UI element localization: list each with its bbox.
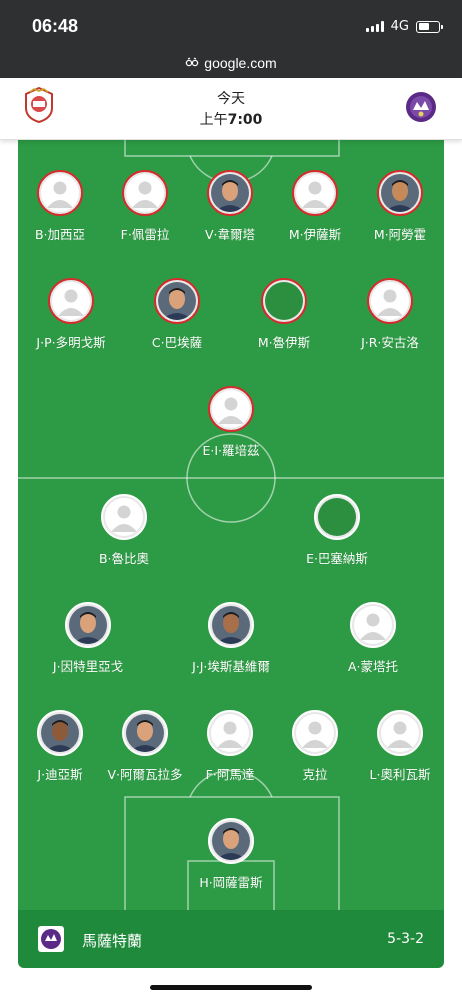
player-avatar bbox=[377, 710, 423, 756]
away-player[interactable]: J·因特里亞戈 bbox=[33, 602, 143, 675]
player-avatar bbox=[350, 602, 396, 648]
home-player[interactable]: E·I·羅培茲 bbox=[176, 386, 286, 459]
away-player[interactable]: J·J·埃斯基維爾 bbox=[176, 602, 286, 675]
battery-icon bbox=[416, 20, 443, 33]
player-avatar bbox=[367, 278, 413, 324]
status-time: 06:48 bbox=[32, 16, 79, 36]
player-name: M·魯伊斯 bbox=[257, 335, 311, 350]
away-player[interactable]: B·魯比奧 bbox=[69, 494, 179, 567]
url-text: google.com bbox=[204, 55, 277, 71]
player-avatar bbox=[207, 710, 253, 756]
player-name: L·奧利瓦斯 bbox=[369, 767, 431, 782]
player-avatar bbox=[48, 278, 94, 324]
team-formation: 5-3-2 bbox=[387, 931, 424, 947]
home-player[interactable]: M·阿勞霍 bbox=[345, 170, 444, 243]
player-avatar bbox=[207, 170, 253, 216]
signal-icon bbox=[365, 21, 384, 32]
player-name: J·J·埃斯基維爾 bbox=[192, 659, 270, 674]
player-name: M·阿勞霍 bbox=[373, 227, 427, 242]
match-time: 上午7:00 bbox=[199, 112, 263, 128]
match-header: 今天 上午7:00 bbox=[0, 78, 462, 140]
player-avatar bbox=[122, 170, 168, 216]
away-player[interactable]: A·蒙塔托 bbox=[318, 602, 428, 675]
player-avatar bbox=[37, 710, 83, 756]
home-player[interactable]: M·魯伊斯 bbox=[229, 278, 339, 351]
home-indicator bbox=[150, 985, 312, 990]
network-type: 4G bbox=[390, 19, 409, 34]
player-avatar bbox=[154, 278, 200, 324]
away-player[interactable]: E·巴塞納斯 bbox=[282, 494, 392, 567]
url-bar[interactable]: google.com bbox=[0, 48, 462, 78]
away-player[interactable]: H·岡薩雷斯 bbox=[176, 818, 286, 891]
home-player[interactable]: C·巴埃薩 bbox=[122, 278, 232, 351]
player-name: C·巴埃薩 bbox=[151, 335, 203, 350]
status-indicators: 4G bbox=[365, 19, 443, 34]
player-avatar bbox=[314, 494, 360, 540]
team-footer: 馬薩特蘭 5-3-2 bbox=[18, 910, 444, 968]
player-avatar bbox=[101, 494, 147, 540]
player-name: A·蒙塔托 bbox=[347, 659, 399, 674]
player-avatar bbox=[208, 602, 254, 648]
player-avatar bbox=[292, 710, 338, 756]
home-player[interactable]: J·R·安古洛 bbox=[335, 278, 444, 351]
home-player[interactable]: J·P·多明戈斯 bbox=[18, 278, 126, 351]
player-name: J·因特里亞戈 bbox=[52, 659, 124, 674]
player-name: B·魯比奧 bbox=[98, 551, 150, 566]
away-team-logo[interactable] bbox=[404, 88, 438, 126]
site-info-icon bbox=[186, 57, 199, 67]
team-name: 馬薩特蘭 bbox=[82, 932, 143, 950]
player-avatar bbox=[37, 170, 83, 216]
player-avatar bbox=[122, 710, 168, 756]
player-name: E·I·羅培茲 bbox=[202, 443, 260, 458]
status-bar: 06:48 4G bbox=[0, 0, 462, 48]
away-player[interactable]: L·奧利瓦斯 bbox=[345, 710, 444, 783]
player-avatar bbox=[208, 818, 254, 864]
team-logo bbox=[38, 926, 64, 952]
match-day: 今天 bbox=[217, 91, 245, 107]
player-name: J·R·安古洛 bbox=[361, 335, 419, 350]
pitch: B·加西亞 F·佩雷拉 V·韋爾塔 M·伊薩斯 M·阿勞霍 J·P·多明戈斯 C·巴埃薩 M·… bbox=[18, 140, 444, 910]
player-avatar bbox=[65, 602, 111, 648]
player-avatar bbox=[261, 278, 307, 324]
player-name: H·岡薩雷斯 bbox=[199, 875, 263, 890]
player-name: J·P·多明戈斯 bbox=[36, 335, 106, 350]
player-name: E·巴塞納斯 bbox=[306, 551, 368, 566]
player-avatar bbox=[208, 386, 254, 432]
player-avatar bbox=[292, 170, 338, 216]
player-avatar bbox=[377, 170, 423, 216]
